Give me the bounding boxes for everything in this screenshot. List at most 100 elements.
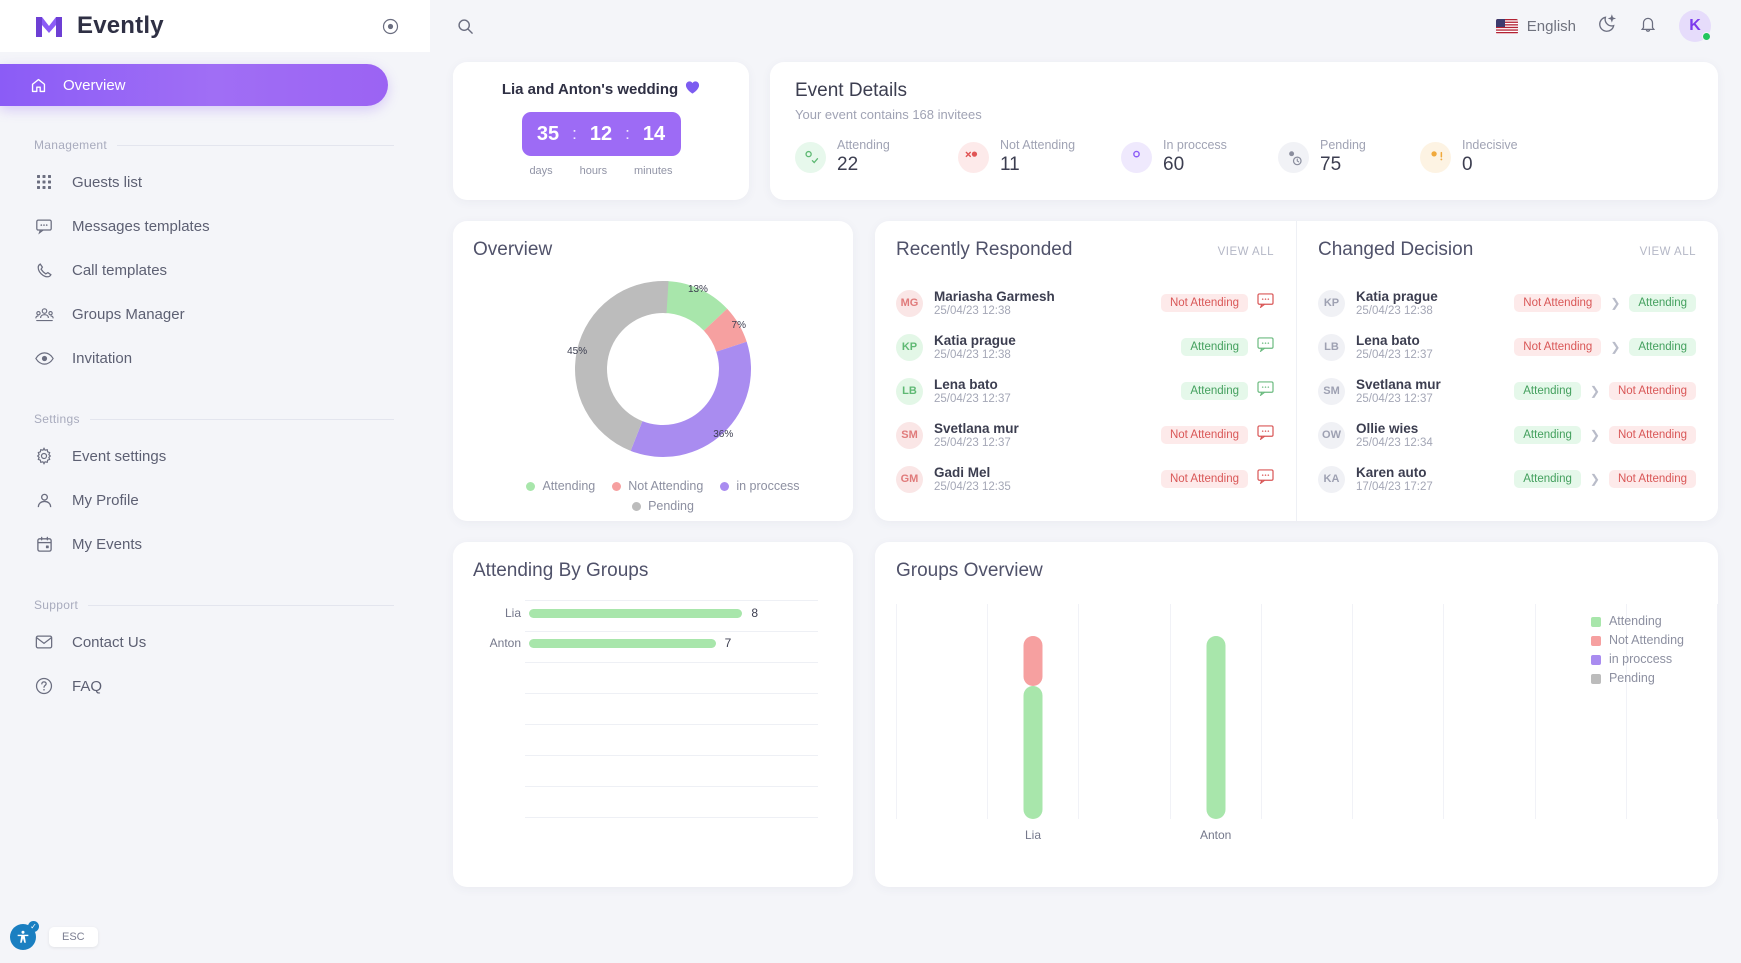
sidebar-item-groups-manager[interactable]: Groups Manager bbox=[0, 292, 430, 336]
avatar: KP bbox=[896, 333, 923, 361]
changed-decision-title: Changed Decision bbox=[1318, 239, 1474, 260]
esc-button[interactable]: ESC bbox=[49, 927, 98, 947]
response-date: 25/04/23 12:38 bbox=[934, 305, 1011, 317]
group-icon bbox=[33, 305, 55, 324]
stat-text: Not Attending 11 bbox=[1000, 138, 1075, 176]
sidebar-item-label: Overview bbox=[63, 76, 126, 94]
app-root: Evently Overview Management Guests list bbox=[0, 0, 1741, 963]
sidebar-item-messages-templates[interactable]: Messages templates bbox=[0, 204, 430, 248]
bar-category-label: Lia bbox=[504, 606, 521, 620]
sidebar-item-contact-us[interactable]: Contact Us bbox=[0, 620, 430, 664]
decision-change: Not Attending ❯ Attending bbox=[1514, 338, 1696, 356]
evently-m-logo-icon bbox=[34, 13, 64, 39]
recently-responded-list: MG Mariasha Garmesh 25/04/23 12:38 Not Atte… bbox=[896, 281, 1274, 501]
list-item[interactable]: LB Lena bato 25/04/23 12:37 Not Attending ❯ A… bbox=[1318, 325, 1696, 369]
list-item[interactable]: MG Mariasha Garmesh 25/04/23 12:38 Not Atte… bbox=[896, 281, 1274, 325]
status-badge-to: Not Attending bbox=[1608, 426, 1696, 444]
chevron-right-icon: ❯ bbox=[1589, 472, 1600, 486]
comment-icon[interactable] bbox=[1257, 293, 1274, 313]
guest-name: Mariasha Garmesh bbox=[934, 289, 1055, 304]
calendar-icon bbox=[33, 536, 55, 553]
gridline bbox=[525, 724, 818, 725]
countdown-minutes: 14 bbox=[642, 122, 666, 145]
sidebar-item-guests-list[interactable]: Guests list bbox=[0, 160, 430, 204]
user-icon bbox=[1121, 141, 1152, 173]
sidebar-item-overview[interactable]: Overview bbox=[0, 64, 388, 106]
stat-pending: Pending 75 bbox=[1278, 138, 1420, 176]
list-item[interactable]: OW Ollie wies 25/04/23 12:34 Attending ❯ Not … bbox=[1318, 413, 1696, 457]
sidebar-item-my-profile[interactable]: My Profile bbox=[0, 478, 430, 522]
attending-by-groups-card: Attending By Groups Lia 8 Anton 7 bbox=[453, 542, 853, 887]
list-item[interactable]: SM Svetlana mur 25/04/23 12:37 Attending ❯ No… bbox=[1318, 369, 1696, 413]
bar-value-label: 7 bbox=[724, 636, 732, 650]
avatar: SM bbox=[896, 421, 923, 449]
sidebar-item-label: My Profile bbox=[72, 491, 139, 509]
sidebar-item-label: Groups Manager bbox=[72, 305, 185, 323]
sidebar-item-label: Event settings bbox=[72, 447, 167, 465]
stat-value: 0 bbox=[1462, 154, 1473, 175]
sidebar-item-call-templates[interactable]: Call templates bbox=[0, 248, 430, 292]
comment-icon[interactable] bbox=[1257, 337, 1274, 357]
list-item[interactable]: KP Katia prague 25/04/23 12:38 Not Attendin… bbox=[1318, 281, 1696, 325]
sidebar-item-label: My Events bbox=[72, 535, 143, 553]
list-item[interactable]: LB Lena bato 25/04/23 12:37 Attending bbox=[896, 369, 1274, 413]
donut-chart: 13% 7% 36% 45% bbox=[473, 269, 853, 469]
brand-header: Evently bbox=[0, 0, 430, 52]
response-date: 25/04/23 12:37 bbox=[934, 437, 1011, 449]
countdown-card: Lia and Anton's wedding 35 : 12 : 14 day… bbox=[453, 62, 749, 200]
groups-overview-title: Groups Overview bbox=[896, 560, 1043, 581]
list-item[interactable]: SM Svetlana mur 25/04/23 12:37 Not Attendin… bbox=[896, 413, 1274, 457]
collapse-sidebar-icon[interactable] bbox=[380, 16, 400, 36]
sidebar-item-faq[interactable]: FAQ bbox=[0, 664, 430, 708]
legend-swatch bbox=[1590, 616, 1601, 627]
response-date: 25/04/23 12:37 bbox=[934, 393, 1011, 405]
legend-swatch bbox=[526, 481, 536, 491]
stat-value: 60 bbox=[1163, 154, 1185, 175]
search-icon[interactable] bbox=[452, 13, 478, 39]
guest-info: Svetlana mur 25/04/23 12:37 bbox=[1356, 377, 1441, 405]
user-x-icon bbox=[958, 141, 989, 173]
status-badge: Attending bbox=[1181, 382, 1248, 400]
list-item[interactable]: KP Katia prague 25/04/23 12:38 Attending bbox=[896, 325, 1274, 369]
gridline bbox=[525, 631, 818, 632]
comment-icon[interactable] bbox=[1257, 381, 1274, 401]
guest-info: Gadi Mel 25/04/23 12:35 bbox=[934, 465, 1011, 493]
sidebar-item-invitation[interactable]: Invitation bbox=[0, 336, 430, 380]
guest-name: Katia prague bbox=[934, 333, 1016, 348]
event-stats: Attending 22 Not Attending 11 In proccess 60 P… bbox=[795, 138, 1718, 176]
status-badge: Attending bbox=[1181, 338, 1248, 356]
phone-icon bbox=[33, 262, 55, 279]
dark-mode-icon[interactable] bbox=[1598, 14, 1617, 38]
bar-segment bbox=[1023, 635, 1043, 686]
bar-column bbox=[1023, 635, 1043, 819]
countdown-separator: : bbox=[625, 124, 630, 143]
message-icon bbox=[33, 217, 55, 235]
legend-label: Attending bbox=[542, 479, 596, 493]
accessibility-icon[interactable]: ✓ bbox=[10, 921, 39, 950]
legend-item: Pending bbox=[632, 499, 694, 513]
sidebar-section-support: Support bbox=[34, 598, 394, 612]
avatar[interactable]: K bbox=[1679, 10, 1711, 42]
stat-label: In proccess bbox=[1163, 138, 1227, 152]
bell-icon[interactable] bbox=[1639, 15, 1657, 38]
recently-responded-view-all[interactable]: VIEW ALL bbox=[1218, 246, 1274, 258]
list-item[interactable]: KA Karen auto 17/04/23 17:27 Attending ❯ Not … bbox=[1318, 457, 1696, 501]
comment-icon[interactable] bbox=[1257, 425, 1274, 445]
changed-decision-view-all[interactable]: VIEW ALL bbox=[1640, 246, 1696, 258]
gridline bbox=[525, 693, 818, 694]
stat-in-proccess: In proccess 60 bbox=[1121, 138, 1278, 176]
main-area: English K Lia and Anton's wedding 35: 1… bbox=[430, 0, 1741, 963]
question-circle-icon bbox=[33, 677, 55, 695]
status-badge: Not Attending bbox=[1160, 294, 1248, 312]
guest-info: Katia prague 25/04/23 12:38 bbox=[934, 333, 1016, 361]
list-item[interactable]: GM Gadi Mel 25/04/23 12:35 Not Attending bbox=[896, 457, 1274, 501]
bar bbox=[529, 638, 716, 648]
comment-icon[interactable] bbox=[1257, 469, 1274, 489]
language-selector[interactable]: English bbox=[1495, 18, 1576, 35]
sidebar-item-my-events[interactable]: My Events bbox=[0, 522, 430, 566]
donut-slice-label: 45% bbox=[567, 346, 587, 357]
sidebar-item-event-settings[interactable]: Event settings bbox=[0, 434, 430, 478]
stat-not-attending: Not Attending 11 bbox=[958, 138, 1121, 176]
us-flag-icon bbox=[1495, 18, 1518, 34]
legend-label: Attending bbox=[1608, 614, 1662, 628]
